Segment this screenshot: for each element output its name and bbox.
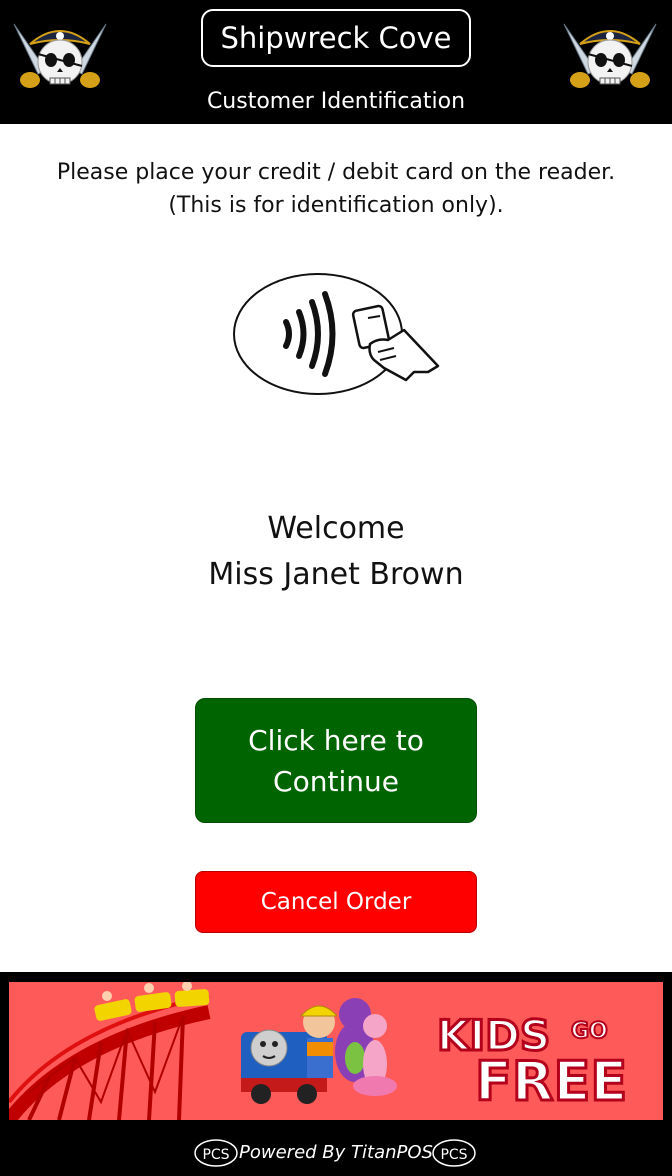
roller-coaster-icon: [9, 982, 211, 1120]
customer-name: Miss Janet Brown: [208, 557, 464, 592]
continue-button-label-line-1: Click here to: [248, 723, 424, 757]
cancel-order-button[interactable]: Cancel Order: [195, 871, 477, 933]
pcs-logo-icon: PCS: [432, 1139, 476, 1167]
instruction-line-2: (This is for identification only).: [168, 193, 504, 218]
continue-button-label-line-2: Continue: [273, 764, 399, 798]
footer-bar: PCS Powered By TitanPOS PCS: [0, 1130, 672, 1176]
go-text: GO: [571, 1019, 608, 1044]
header-bar: Shipwreck Cove Customer Identification: [0, 0, 672, 124]
pcs-logo-text: PCS: [440, 1147, 467, 1163]
powered-by-text: Powered By TitanPOS: [239, 1142, 433, 1163]
continue-button[interactable]: Click here to Continue: [195, 698, 477, 823]
cartoon-characters-icon: [241, 998, 397, 1104]
kids-go-free-banner[interactable]: KIDS GO FREE: [9, 982, 663, 1120]
page: Shipwreck Cove Customer Identification P…: [0, 0, 672, 1176]
welcome-message: Welcome Miss Janet Brown: [0, 506, 672, 598]
contactless-card-reader-icon: [233, 273, 440, 395]
app-title: Shipwreck Cove: [201, 9, 471, 67]
kids-go-free-text: KIDS GO FREE: [436, 1010, 629, 1115]
instruction-line-1: Please place your credit / debit card on…: [56, 160, 616, 185]
card-instructions: Please place your credit / debit card on…: [0, 156, 672, 222]
page-subtitle: Customer Identification: [206, 89, 466, 114]
promo-banner-frame: KIDS GO FREE: [0, 972, 672, 1130]
welcome-heading: Welcome: [267, 511, 405, 546]
kids-go-free-artwork: KIDS GO FREE: [9, 982, 629, 1120]
free-text: FREE: [475, 1050, 627, 1113]
